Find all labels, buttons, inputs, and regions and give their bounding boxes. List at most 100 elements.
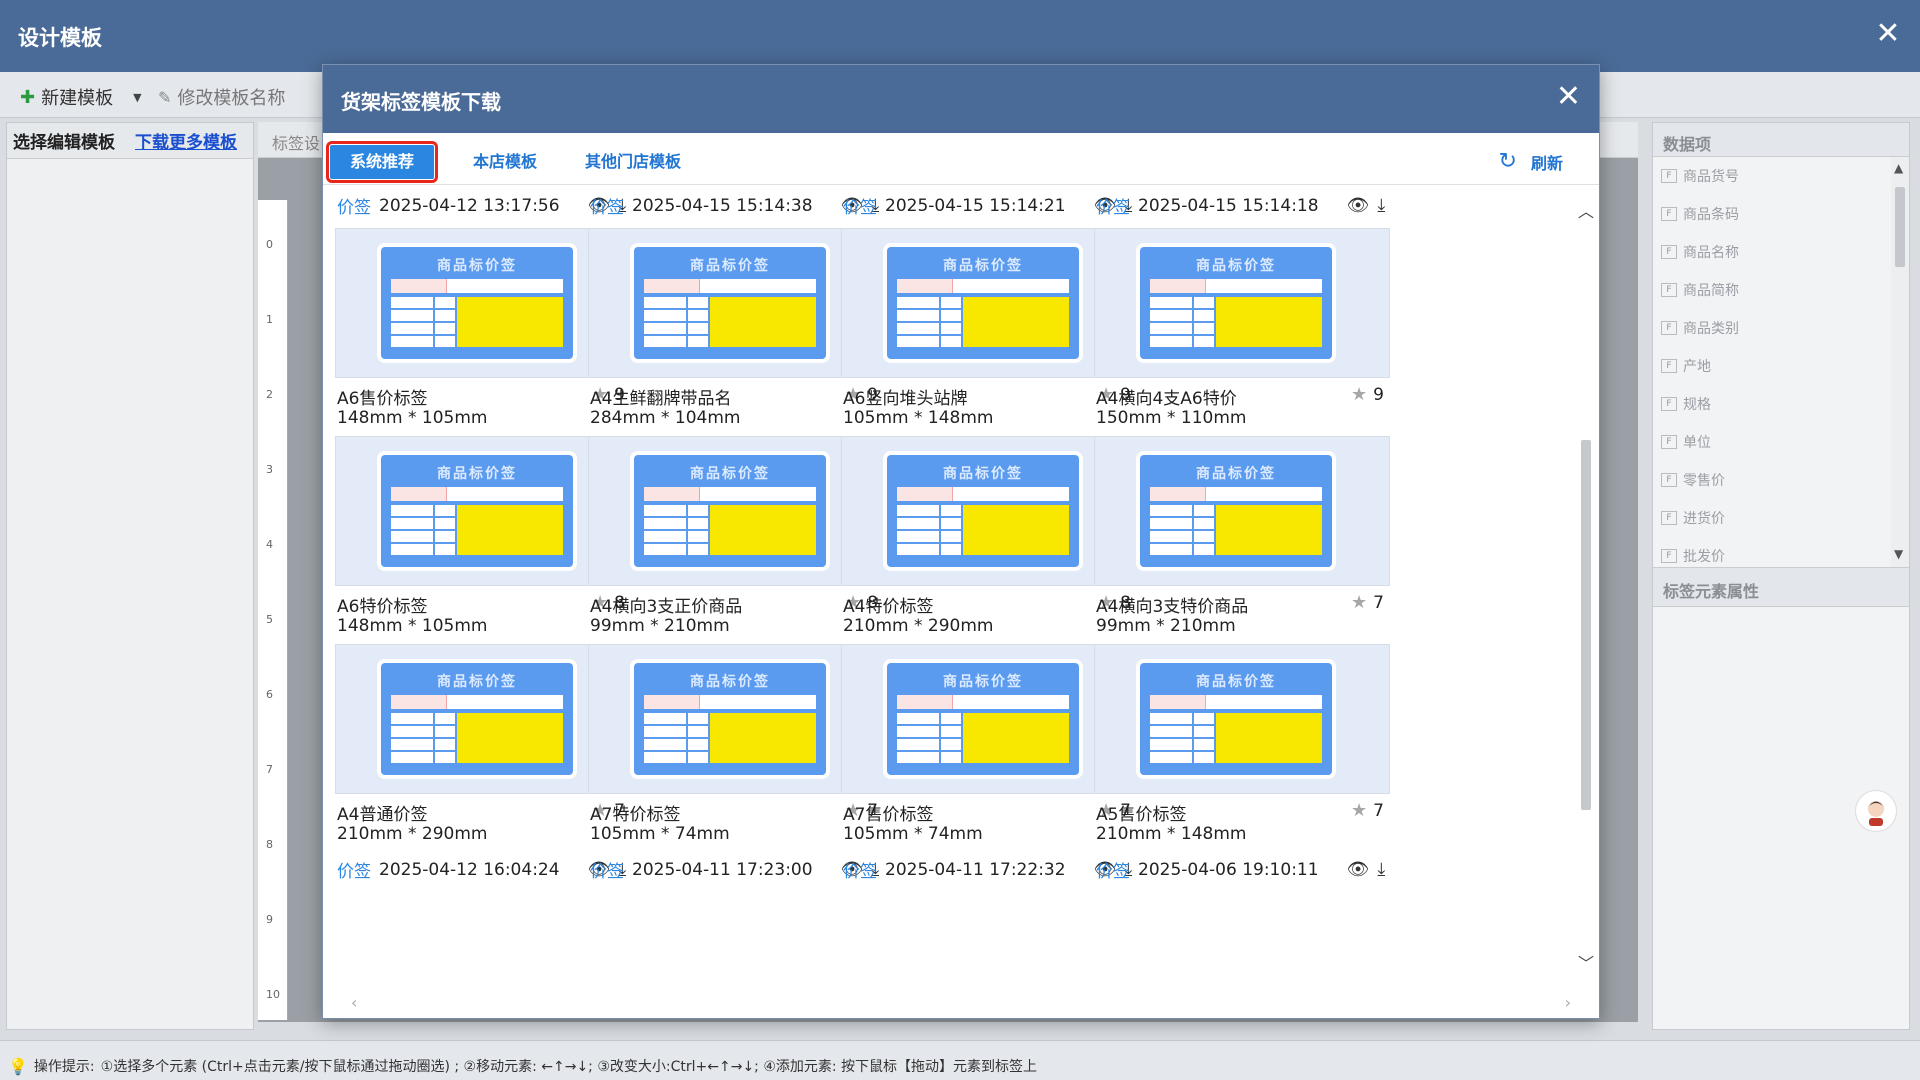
template-size: 99mm * 210mm: [590, 616, 730, 636]
data-item[interactable]: F 零售价: [1653, 461, 1909, 499]
scroll-down-icon[interactable]: ﹀: [1578, 950, 1594, 974]
download-icon[interactable]: ⤓: [1377, 859, 1385, 880]
tab-store-templates[interactable]: 本店模板: [453, 145, 557, 179]
template-thumbnail[interactable]: 商品标价签: [841, 228, 1137, 378]
label-preview: 商品标价签: [1140, 247, 1332, 359]
template-size: 148mm * 105mm: [337, 616, 488, 636]
field-icon: F: [1661, 169, 1677, 183]
template-thumbnail[interactable]: 商品标价签: [1094, 436, 1390, 586]
template-rating: ★ 7: [1351, 800, 1384, 821]
template-thumbnail[interactable]: 商品标价签: [1094, 228, 1390, 378]
app-title-bar: 设计模板 ✕: [0, 0, 1920, 72]
scroll-thumb[interactable]: [1581, 440, 1591, 810]
price-tag-label: 价签: [590, 198, 624, 218]
dropdown-caret-icon[interactable]: ▼: [133, 91, 141, 104]
data-item[interactable]: F 商品条码: [1653, 195, 1909, 233]
template-size: 284mm * 104mm: [590, 408, 741, 428]
template-thumbnail[interactable]: 商品标价签: [588, 644, 884, 794]
template-size: 105mm * 74mm: [590, 824, 730, 844]
data-item-label: 单位: [1683, 435, 1711, 451]
tab-other-stores[interactable]: 其他门店模板: [565, 145, 701, 179]
refresh-label: 刷新: [1530, 153, 1563, 173]
label-preview: 商品标价签: [634, 455, 826, 567]
scroll-up-icon[interactable]: ▲: [1894, 161, 1903, 175]
template-thumbnail[interactable]: 商品标价签: [335, 436, 631, 586]
data-item[interactable]: F 商品名称: [1653, 233, 1909, 271]
new-template-button[interactable]: ✚ 新建模板 ▼: [20, 84, 142, 110]
scroll-right-icon[interactable]: ›: [1565, 993, 1571, 1012]
price-tag-label: 价签: [337, 862, 371, 882]
label-preview: 商品标价签: [381, 663, 573, 775]
data-item[interactable]: F 商品简称: [1653, 271, 1909, 309]
ruler-tick-label: 8: [266, 838, 273, 851]
star-count: 7: [1373, 800, 1384, 821]
scroll-down-icon[interactable]: ▼: [1894, 547, 1903, 561]
star-icon[interactable]: ★: [1351, 384, 1367, 405]
data-item[interactable]: F 商品类别: [1653, 309, 1909, 347]
template-thumbnail[interactable]: 商品标价签: [1094, 644, 1390, 794]
grid-vertical-scrollbar[interactable]: ︿ ﹀: [1577, 190, 1595, 990]
template-thumbnail[interactable]: 商品标价签: [588, 436, 884, 586]
scroll-thumb[interactable]: [1895, 187, 1905, 267]
template-meta-row: 价签 2025-04-12 13:17:56 👁 ⤓: [337, 193, 626, 218]
data-item[interactable]: F 批发价: [1653, 537, 1909, 567]
ruler-tick-label: 7: [266, 763, 273, 776]
new-template-label: 新建模板: [41, 88, 114, 109]
data-item[interactable]: F 单位: [1653, 423, 1909, 461]
refresh-button[interactable]: ↻ 刷新: [1499, 149, 1563, 174]
template-date: 2025-04-11 17:22:32: [885, 859, 1066, 880]
template-date: 2025-04-06 19:10:11: [1138, 859, 1319, 880]
template-name: A7特价标签: [590, 805, 681, 825]
data-item[interactable]: F 规格: [1653, 385, 1909, 423]
data-items-header: 数据项: [1653, 123, 1909, 157]
data-item[interactable]: F 进货价: [1653, 499, 1909, 537]
app-close-icon[interactable]: ✕: [1870, 16, 1906, 52]
template-name: A7售价标签: [843, 805, 934, 825]
dialog-close-icon[interactable]: ✕: [1556, 79, 1581, 115]
label-preview: 商品标价签: [381, 247, 573, 359]
data-item[interactable]: F 商品货号: [1653, 157, 1909, 195]
ruler-tick-label: 3: [266, 463, 273, 476]
scroll-up-icon[interactable]: ︿: [1578, 198, 1594, 222]
label-preview-title: 商品标价签: [437, 258, 517, 274]
template-size: 105mm * 148mm: [843, 408, 994, 428]
preview-eye-icon[interactable]: 👁: [1347, 859, 1370, 880]
template-thumbnail[interactable]: 商品标价签: [335, 228, 631, 378]
dialog-title-bar: 货架标签模板下载 ✕: [323, 65, 1599, 133]
template-thumbnail[interactable]: 商品标价签: [841, 436, 1137, 586]
data-item[interactable]: F 产地: [1653, 347, 1909, 385]
price-tag-label: 价签: [843, 862, 877, 882]
label-preview-title: 商品标价签: [690, 466, 770, 482]
rename-template-button[interactable]: ✎ 修改模板名称: [158, 84, 285, 110]
scroll-left-icon[interactable]: ‹: [351, 993, 357, 1012]
data-items-list: F 商品货号 F 商品条码 F 商品名称 F 商品简称 F 商品类别 F 产地 F 规格 F 单位 F 零售价 F 进…: [1653, 157, 1909, 567]
template-size: 150mm * 110mm: [1096, 408, 1247, 428]
template-size: 99mm * 210mm: [1096, 616, 1236, 636]
star-icon[interactable]: ★: [1351, 800, 1367, 821]
template-download-dialog: 货架标签模板下载 ✕ 系统推荐 本店模板 其他门店模板 ↻ 刷新 价签 2025-…: [322, 64, 1600, 1019]
template-thumbnail[interactable]: 商品标价签: [335, 644, 631, 794]
element-props-header: 标签元素属性: [1653, 567, 1909, 607]
template-thumbnail[interactable]: 商品标价签: [588, 228, 884, 378]
template-name: A4横向3支正价商品: [590, 597, 743, 617]
price-tag-label: 价签: [1096, 862, 1130, 882]
lightbulb-icon: 💡: [8, 1056, 28, 1076]
data-items-scrollbar[interactable]: ▲ ▼: [1891, 157, 1909, 567]
download-icon[interactable]: ⤓: [1377, 195, 1385, 216]
template-name: A4普通价签: [337, 805, 428, 825]
right-panel: 数据项 F 商品货号 F 商品条码 F 商品名称 F 商品简称 F 商品类别 F 产地 F 规格 F 单位 F 零…: [1652, 122, 1910, 1030]
template-thumbnail[interactable]: 商品标价签: [841, 644, 1137, 794]
data-item-label: 商品货号: [1683, 169, 1739, 185]
preview-eye-icon[interactable]: 👁: [1347, 195, 1370, 216]
label-preview-title: 商品标价签: [943, 258, 1023, 274]
star-icon[interactable]: ★: [1351, 592, 1367, 613]
template-size: 105mm * 74mm: [843, 824, 983, 844]
download-more-link[interactable]: 下载更多模板: [135, 128, 237, 153]
tab-system-recommend[interactable]: 系统推荐: [325, 141, 439, 183]
template-size: 210mm * 290mm: [337, 824, 488, 844]
template-name: A6售价标签: [337, 389, 428, 409]
grid-horizontal-scrollbar[interactable]: ‹ ›: [343, 993, 1573, 1013]
template-size: 210mm * 148mm: [1096, 824, 1247, 844]
assistant-avatar-icon[interactable]: [1855, 790, 1897, 832]
price-tag-label: 价签: [1096, 198, 1130, 218]
